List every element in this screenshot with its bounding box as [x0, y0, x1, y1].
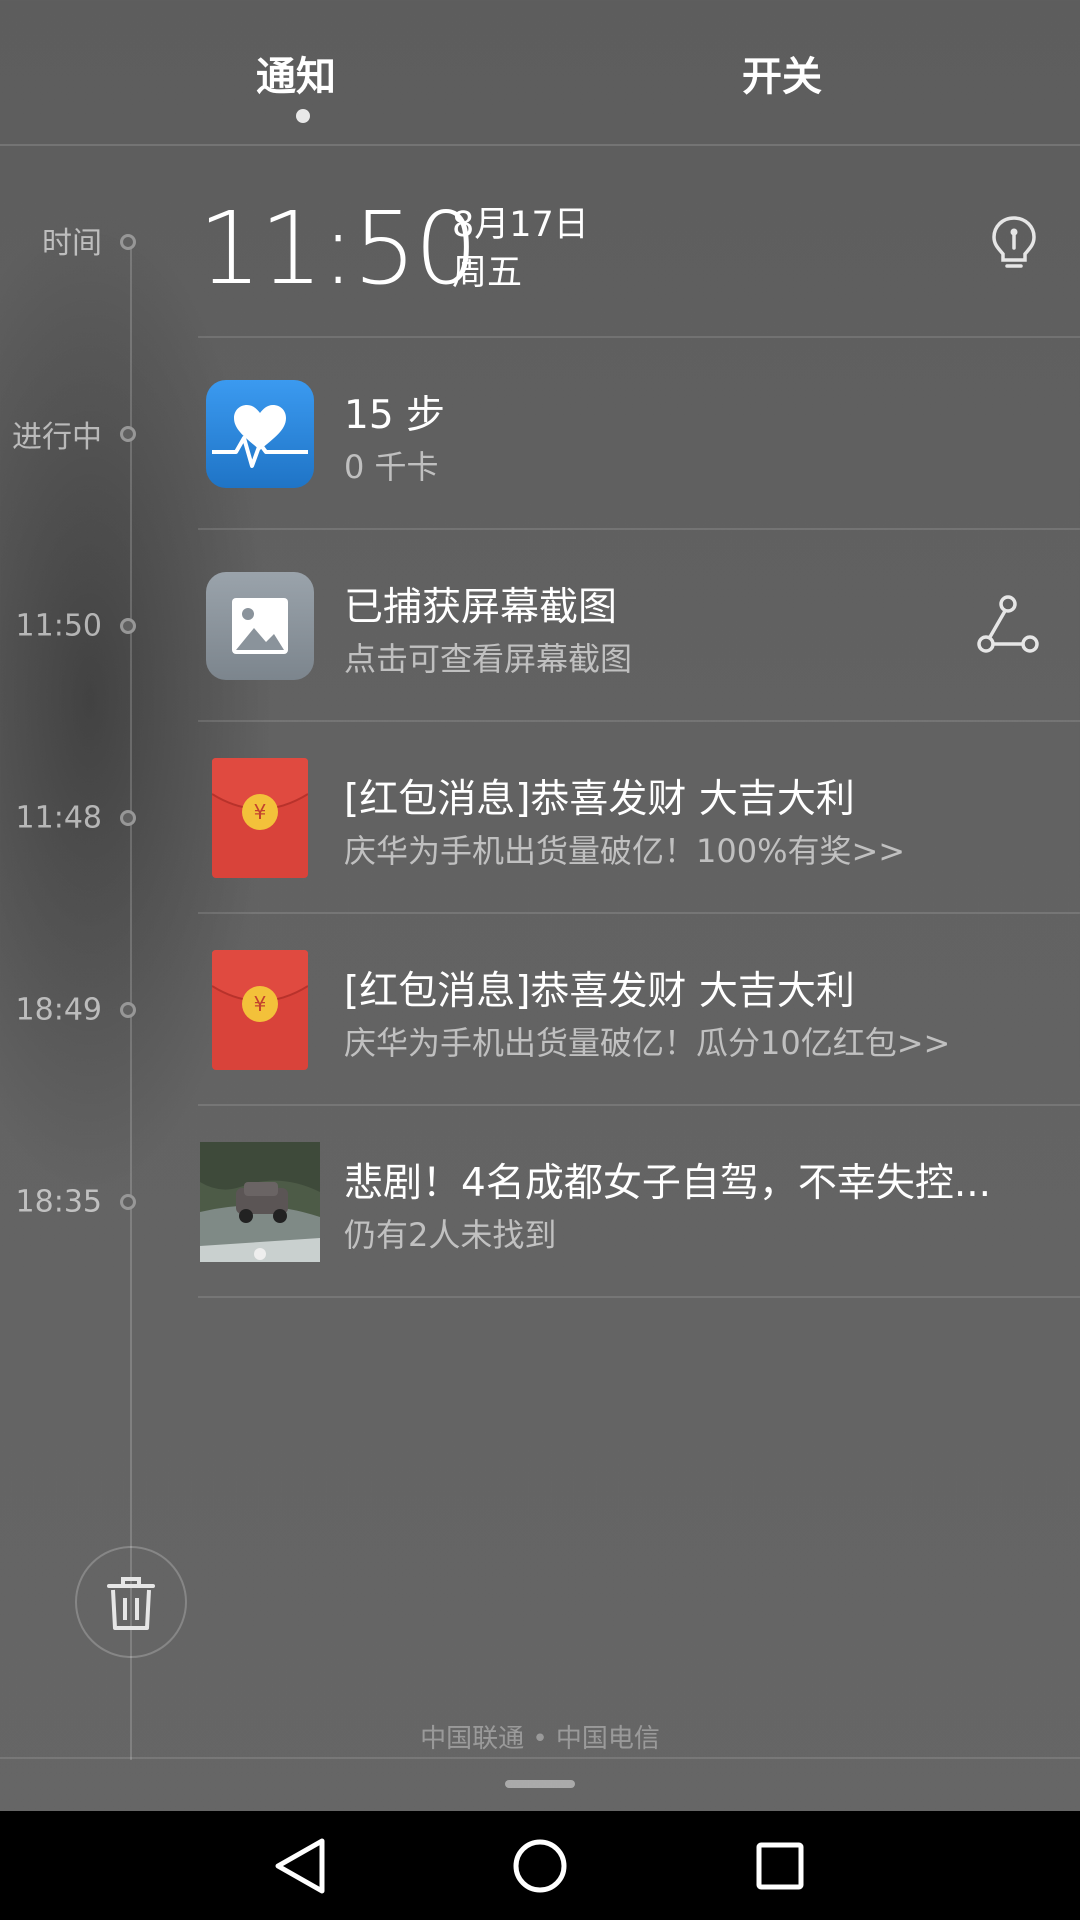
trash-icon [107, 1577, 155, 1630]
row-divider [198, 1104, 1080, 1106]
timeline-label: 11:50 [15, 608, 102, 644]
notification-title: 悲剧！4名成都女子自驾，不幸失控... [344, 1161, 992, 1206]
bottom-divider [0, 1757, 1080, 1759]
clock-weekday: 周五 [452, 253, 523, 293]
notification-title: 15 步 [344, 393, 446, 438]
timeline-label: 18:49 [15, 992, 102, 1028]
notification-subtitle: 点击可查看屏幕截图 [344, 640, 633, 678]
tab-bar: 通知 开关 [0, 0, 1080, 146]
clear-all-button[interactable] [75, 1546, 187, 1658]
recents-icon [756, 1842, 804, 1890]
notification-subtitle: 庆华为手机出货量破亿！瓜分10亿红包>> [344, 1024, 951, 1062]
tab-notifications[interactable]: 通知 [256, 44, 336, 102]
timeline-label: 18:35 [15, 1184, 102, 1220]
notification-title: 已捕获屏幕截图 [344, 585, 618, 630]
row-divider [198, 336, 1080, 338]
row-divider [198, 912, 1080, 914]
lightbulb-icon[interactable] [984, 212, 1044, 272]
share-icon[interactable] [976, 594, 1040, 654]
news-thumbnail [200, 1142, 320, 1262]
red-envelope-icon: ¥ [211, 758, 309, 878]
clock-time: 11:50 [198, 190, 478, 307]
timeline-dot [120, 618, 136, 634]
navigation-bar [0, 1811, 1080, 1920]
svg-text:¥: ¥ [254, 800, 267, 824]
notification-subtitle: 庆华为手机出货量破亿！100%有奖>> [344, 832, 906, 870]
row-divider [198, 720, 1080, 722]
tab-switches[interactable]: 开关 [742, 44, 822, 102]
notification-title: [红包消息]恭喜发财 大吉大利 [344, 777, 855, 822]
timeline-dot [120, 234, 136, 250]
timeline-label-time: 时间 [42, 226, 102, 261]
row-divider [198, 1296, 1080, 1298]
recents-button[interactable] [720, 1811, 840, 1920]
timeline-dot [120, 426, 136, 442]
timeline-dot [120, 810, 136, 826]
red-envelope-icon: ¥ [211, 950, 309, 1070]
health-heart-icon [206, 380, 314, 488]
tab-selected-indicator [296, 109, 310, 123]
timeline-label: 11:48 [15, 800, 102, 836]
row-divider [198, 528, 1080, 530]
home-button[interactable] [480, 1811, 600, 1920]
timeline-dot [120, 1194, 136, 1210]
gallery-icon [206, 572, 314, 680]
carrier-text: 中国联通 • 中国电信 [420, 1724, 660, 1754]
notification-title: [红包消息]恭喜发财 大吉大利 [344, 969, 855, 1014]
home-icon [513, 1839, 567, 1893]
clock-date: 8月17日 [452, 205, 589, 245]
back-icon [275, 1838, 325, 1894]
notification-subtitle: 0 千卡 [344, 448, 439, 486]
notification-subtitle: 仍有2人未找到 [344, 1216, 557, 1254]
svg-text:¥: ¥ [254, 992, 267, 1016]
timeline-label: 进行中 [12, 420, 102, 455]
back-button[interactable] [240, 1811, 360, 1920]
timeline-line [130, 240, 132, 1760]
timeline-dot [120, 1002, 136, 1018]
drag-handle[interactable] [505, 1780, 575, 1788]
